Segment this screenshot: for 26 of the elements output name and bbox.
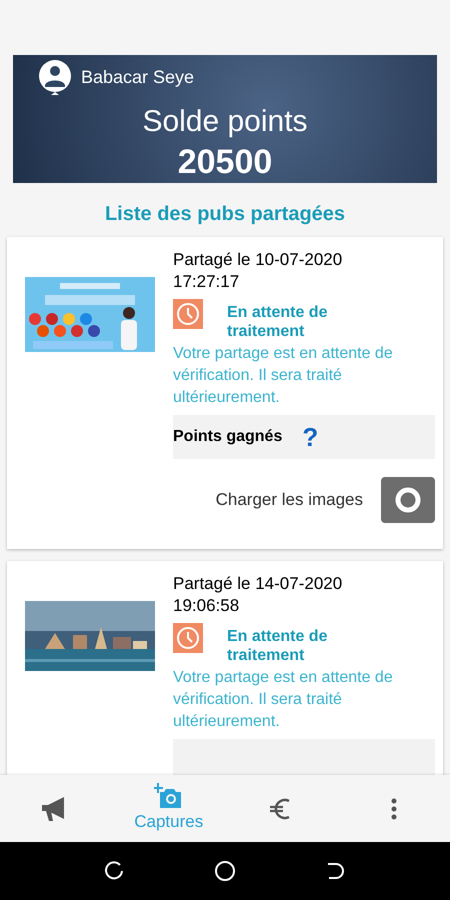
nav-tab[interactable]: Captures (124, 778, 214, 838)
user-name: Babacar Seye (81, 66, 194, 89)
status-text: En attente de traitement (227, 303, 328, 341)
more-icon (390, 796, 398, 820)
camera-plus-icon (154, 782, 184, 809)
balance-value: 20500 (178, 142, 272, 182)
back-icon (325, 861, 346, 881)
clock-icon (173, 299, 203, 329)
status-text: En attente de traitement (227, 627, 328, 665)
share-time: 17:27:17 (173, 271, 240, 293)
share-time: 19:06:58 (173, 595, 240, 617)
share-date: Partagé le 14-07-2020 (173, 573, 344, 595)
camera-button[interactable] (381, 477, 435, 523)
recent-apps-icon (104, 861, 125, 881)
status-message: Votre partage est en attente de vérification. Il sera traité ultérieurement. (173, 668, 394, 732)
upload-label: Charger les images (216, 489, 363, 512)
clock-icon (173, 623, 203, 653)
balance-label: Solde points (142, 104, 308, 140)
user-avatar-icon (37, 59, 73, 95)
home-icon (214, 860, 236, 882)
points-label: Points gagnés (173, 427, 282, 447)
list-title: Liste des pubs partagées (104, 202, 346, 227)
status-message: Votre partage est en attente de vérification. Il sera traité ultérieurement. (173, 344, 394, 408)
camera-icon (393, 485, 423, 515)
share-date: Partagé le 10-07-2020 (173, 249, 344, 271)
points-value: ? (302, 420, 318, 454)
